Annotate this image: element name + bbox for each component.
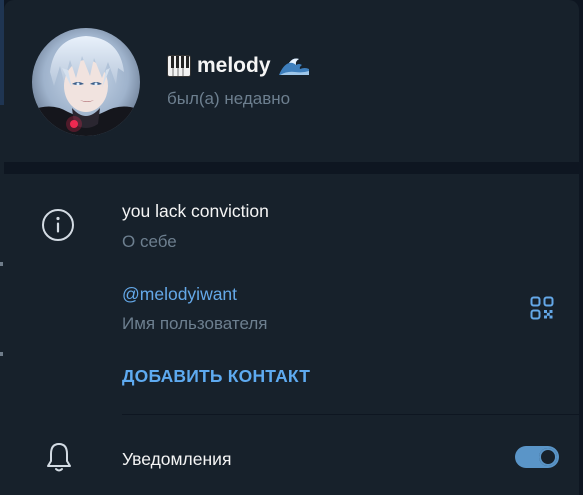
profile-name: melody: [167, 53, 311, 79]
row-divider: [122, 414, 579, 415]
edge-text-fragment: [0, 262, 3, 266]
toggle-knob: [539, 448, 557, 466]
notifications-label: Уведомления: [122, 449, 232, 469]
last-seen-status: был(а) недавно: [167, 89, 291, 108]
username-link[interactable]: @melodyiwant: [122, 284, 237, 305]
section-divider: [4, 162, 579, 174]
avatar[interactable]: [32, 28, 140, 136]
anime-avatar-icon: [32, 28, 140, 136]
edge-text-fragment: [0, 352, 3, 356]
bell-icon: [47, 443, 71, 472]
info-icon: [42, 209, 74, 241]
window-edge: [579, 0, 583, 495]
add-contact-button[interactable]: ДОБАВИТЬ КОНТАКТ: [122, 366, 310, 387]
bio-text: you lack conviction: [122, 201, 269, 221]
user-info-panel: melody был(а) недавно you lack convictio…: [4, 0, 579, 495]
qr-code-icon[interactable]: [530, 296, 554, 320]
profile-name-text: melody: [197, 54, 271, 77]
piano-emoji-icon: [167, 55, 191, 77]
wave-emoji-icon: [278, 58, 309, 75]
notifications-toggle[interactable]: [515, 446, 559, 468]
bio-label: О себе: [122, 232, 177, 251]
username-label: Имя пользователя: [122, 314, 268, 333]
